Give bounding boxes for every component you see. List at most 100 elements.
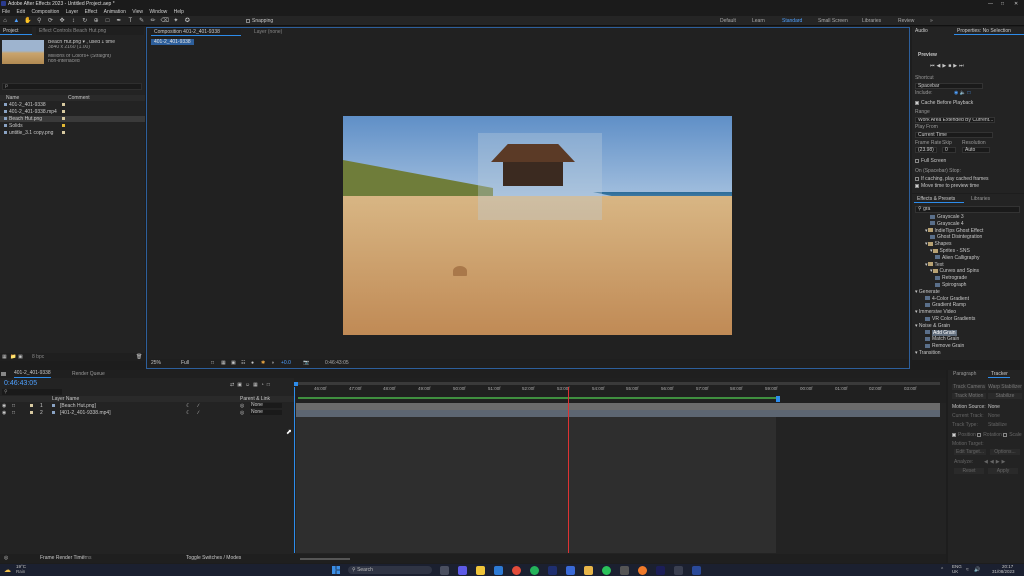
exposure-value[interactable]: +0.0 — [281, 359, 291, 368]
anchor-tool-icon[interactable]: ⊕ — [92, 17, 100, 25]
workspace-small-screen[interactable]: Small Screen — [818, 18, 848, 24]
cache-checkbox[interactable] — [915, 100, 919, 105]
menu-layer[interactable]: Layer — [66, 8, 79, 16]
effect-item[interactable]: ▾ Generate — [915, 289, 940, 295]
tab-libraries[interactable]: Libraries — [968, 195, 998, 203]
stabilize-motion-button[interactable]: Stabilize Motion — [988, 393, 1022, 399]
weather-desc[interactable]: Rain — [16, 569, 25, 574]
close-icon[interactable]: ✕ — [1014, 0, 1018, 8]
orbit-tool-icon[interactable]: ⟳ — [47, 17, 55, 25]
project-search-input[interactable]: ρ — [2, 83, 142, 90]
parent-select[interactable]: None — [250, 410, 282, 415]
menu-composition[interactable]: Composition — [31, 8, 59, 16]
effect-item[interactable]: ▾ Text — [925, 262, 944, 268]
volume-icon[interactable]: 🔊 — [974, 566, 980, 574]
current-time-indicator[interactable] — [568, 387, 569, 553]
region-of-interest-icon[interactable]: □ — [211, 359, 214, 368]
whatsapp-icon[interactable] — [602, 566, 611, 575]
tab-effects-presets[interactable]: Effects & Presets — [914, 195, 964, 203]
layer-bar-beach-hut[interactable] — [296, 403, 940, 410]
full-screen-checkbox[interactable] — [915, 158, 919, 163]
minimize-icon[interactable]: — — [988, 0, 993, 8]
resolution-select[interactable]: Auto — [962, 147, 990, 153]
teams-icon[interactable] — [458, 566, 467, 575]
maximize-icon[interactable]: □ — [1001, 0, 1004, 8]
snapshot-icon[interactable]: 📷 — [303, 359, 309, 368]
type-tool-icon[interactable]: T — [126, 17, 134, 25]
puppet-tool-icon[interactable]: ✪ — [183, 17, 191, 25]
spotify-icon[interactable] — [530, 566, 539, 575]
track-camera-button[interactable]: Track Camera — [952, 384, 986, 390]
channel-icon[interactable]: ● — [251, 359, 254, 368]
viewer-timecode[interactable]: 0:46:43:05 — [325, 359, 349, 368]
label-color-swatch[interactable] — [62, 110, 65, 113]
workspace-more-icon[interactable]: » — [930, 18, 933, 24]
rotation-checkbox[interactable] — [977, 432, 982, 437]
scale-checkbox[interactable] — [1003, 432, 1008, 437]
analyze-back-icon[interactable]: ◀◀ — [984, 459, 996, 465]
video-icon[interactable]: ◉ — [954, 90, 958, 96]
if-caching-option[interactable]: If caching, play cached frames — [915, 176, 989, 182]
effect-item[interactable]: Spirograph — [935, 282, 966, 288]
effect-item[interactable]: Grayscale 3 — [930, 214, 964, 220]
range-select[interactable]: Work Area Extended By Current... — [915, 117, 995, 123]
color-management-icon[interactable]: ✱ — [261, 359, 265, 368]
zoom-tool-icon[interactable]: ⚲ — [35, 17, 43, 25]
menu-edit[interactable]: Edit — [16, 8, 25, 16]
label-color-swatch[interactable] — [62, 117, 65, 120]
effect-item[interactable]: VR Color Gradients — [925, 316, 975, 322]
clock-date[interactable]: 31/08/2023 — [992, 569, 1015, 574]
label-color-swatch[interactable] — [62, 103, 65, 106]
tab-properties[interactable]: Properties: No Selection — [954, 27, 1024, 35]
effect-item[interactable]: ▾ Sprites - SNS — [930, 248, 970, 254]
tab-project[interactable]: Project — [0, 27, 32, 35]
comp-subtab[interactable]: 401-2_401-9338 — [151, 39, 194, 45]
app-icon-5[interactable] — [674, 566, 683, 575]
shortcut-select[interactable]: Spacebar — [915, 83, 983, 89]
after-effects-icon[interactable] — [656, 566, 665, 575]
apply-button[interactable]: Apply — [988, 468, 1018, 474]
menu-help[interactable]: Help — [174, 8, 184, 16]
col-comment[interactable]: Comment — [68, 95, 90, 101]
effect-item[interactable]: ▾ Transition — [915, 350, 941, 356]
tray-chevron-icon[interactable]: ⌃ — [940, 566, 944, 574]
if-caching-checkbox[interactable] — [915, 176, 919, 181]
lock-icon[interactable]: □ — [12, 410, 15, 416]
effect-item[interactable]: Remove Grain — [925, 343, 964, 349]
edit-target-button[interactable]: Edit Target... — [954, 449, 986, 455]
frame-rate-select[interactable]: (23.98) — [915, 147, 937, 153]
firefox-icon[interactable] — [638, 566, 647, 575]
track-motion-button[interactable]: Track Motion — [952, 393, 986, 399]
effect-item[interactable]: Gradient Ramp — [925, 302, 966, 308]
shy-switch-icon[interactable]: ☾ — [186, 410, 190, 416]
edge-icon[interactable] — [494, 566, 503, 575]
effects-search-input[interactable]: ⚲ gra — [915, 206, 1020, 213]
interpret-footage-icon[interactable]: ▦ — [2, 353, 7, 361]
menu-effect[interactable]: Effect — [85, 8, 98, 16]
roto-tool-icon[interactable]: ✦ — [172, 17, 180, 25]
layer-name[interactable]: [401-2_401-9338.mp4] — [60, 410, 111, 416]
chrome-icon[interactable] — [512, 566, 521, 575]
move-time-checkbox[interactable] — [915, 183, 919, 188]
workspace-review[interactable]: Review — [898, 18, 914, 24]
workspace-libraries[interactable]: Libraries — [862, 18, 881, 24]
app-icon-1[interactable] — [548, 566, 557, 575]
wifi-icon[interactable]: ≈ — [966, 566, 969, 574]
effect-item[interactable]: Ghost Disintegration — [930, 234, 982, 240]
quality-switch-icon[interactable]: ∕ — [198, 410, 199, 416]
menu-window[interactable]: Window — [149, 8, 167, 16]
workspace-learn[interactable]: Learn — [752, 18, 765, 24]
motion-source-select[interactable]: None — [988, 404, 1000, 410]
app-icon-3[interactable] — [584, 566, 593, 575]
position-checkbox[interactable] — [952, 432, 956, 437]
effect-item[interactable]: Match Grain — [925, 336, 959, 342]
new-composition-icon[interactable]: ▣ — [18, 353, 23, 361]
home-icon[interactable]: ⌂ — [1, 17, 9, 25]
pen-tool-icon[interactable]: ✒ — [115, 17, 123, 25]
effect-item[interactable]: Add Grain — [925, 329, 957, 336]
pan-tool-icon[interactable]: ✥ — [58, 17, 66, 25]
eye-icon[interactable]: ◉ — [2, 410, 6, 416]
start-icon[interactable] — [332, 566, 340, 574]
composition-viewer-image[interactable] — [343, 116, 732, 335]
grid-guides-icon[interactable]: ☷ — [241, 359, 245, 368]
